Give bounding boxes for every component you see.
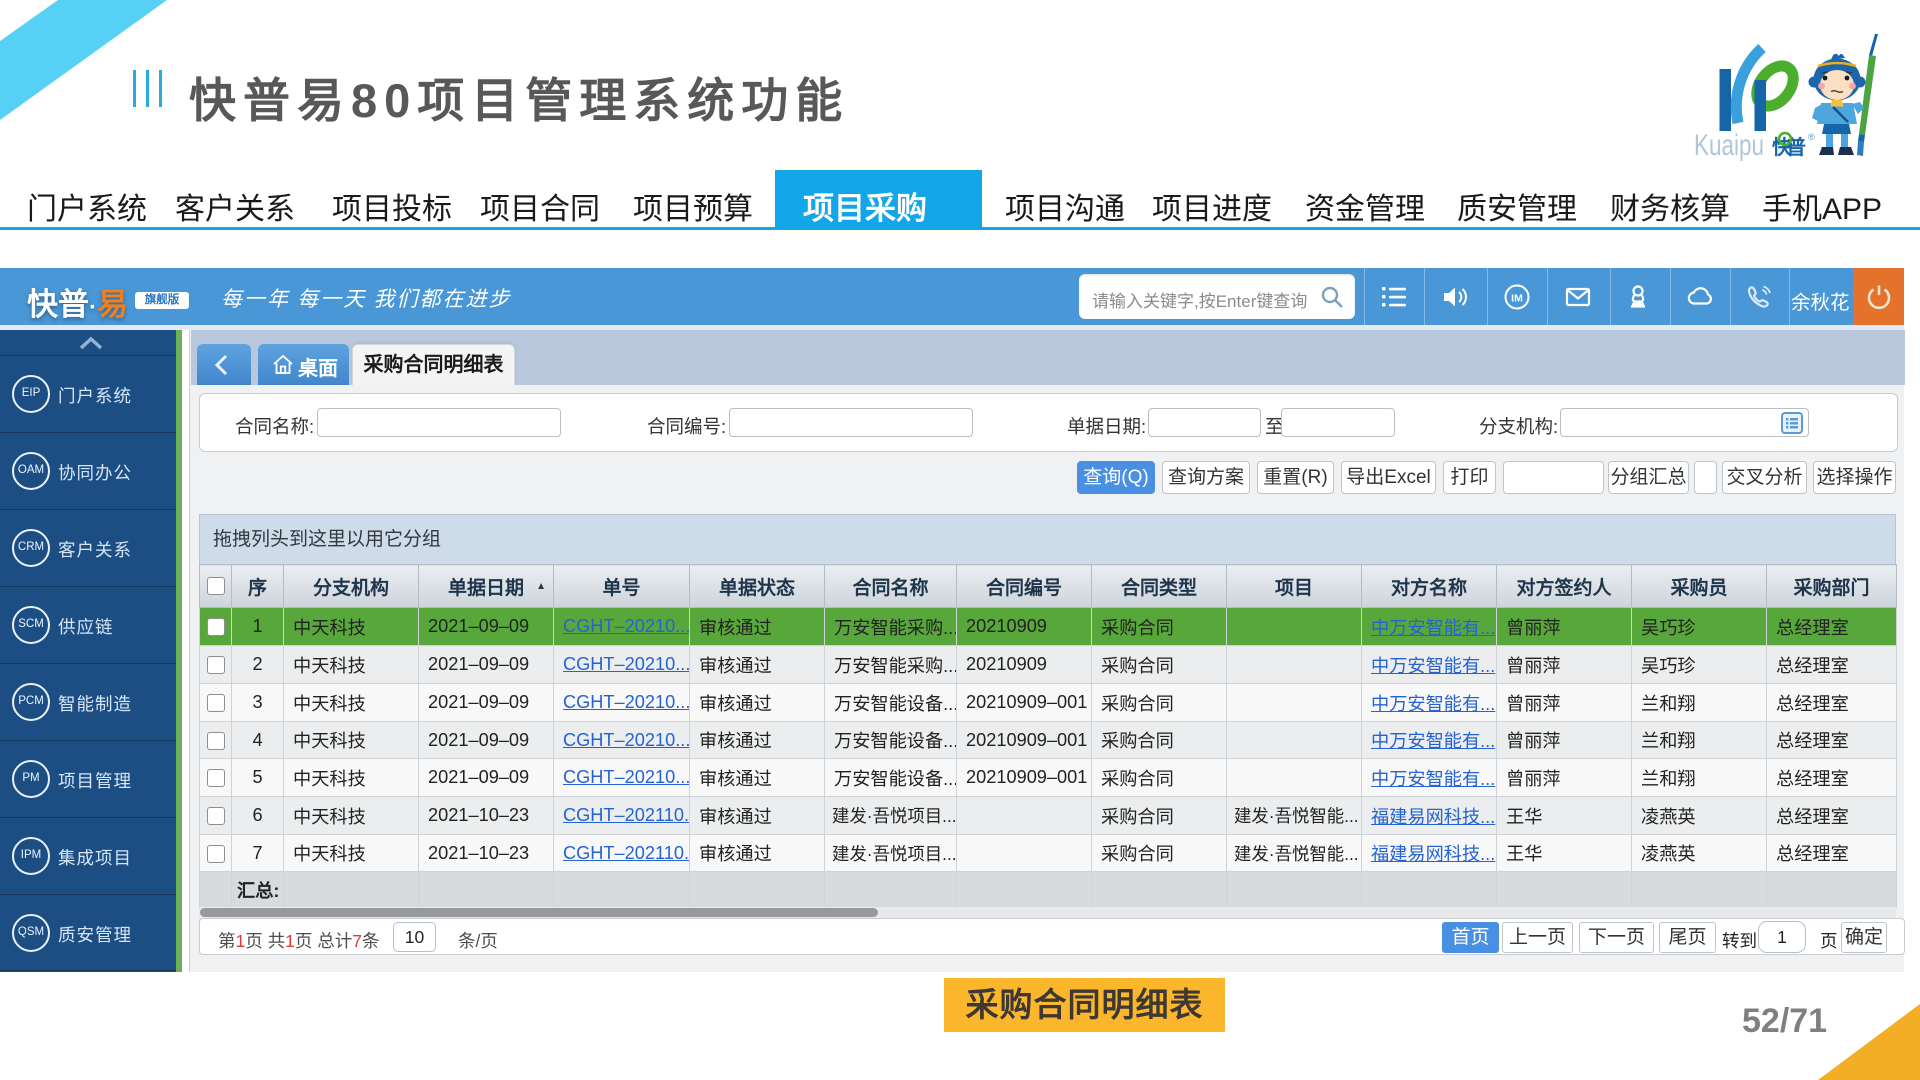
svg-text:Kuaipu: Kuaipu <box>1694 129 1764 162</box>
svg-text:®: ® <box>1808 132 1815 142</box>
svg-text:IM: IM <box>1511 293 1523 305</box>
svg-text:快普: 快普 <box>1772 135 1806 159</box>
